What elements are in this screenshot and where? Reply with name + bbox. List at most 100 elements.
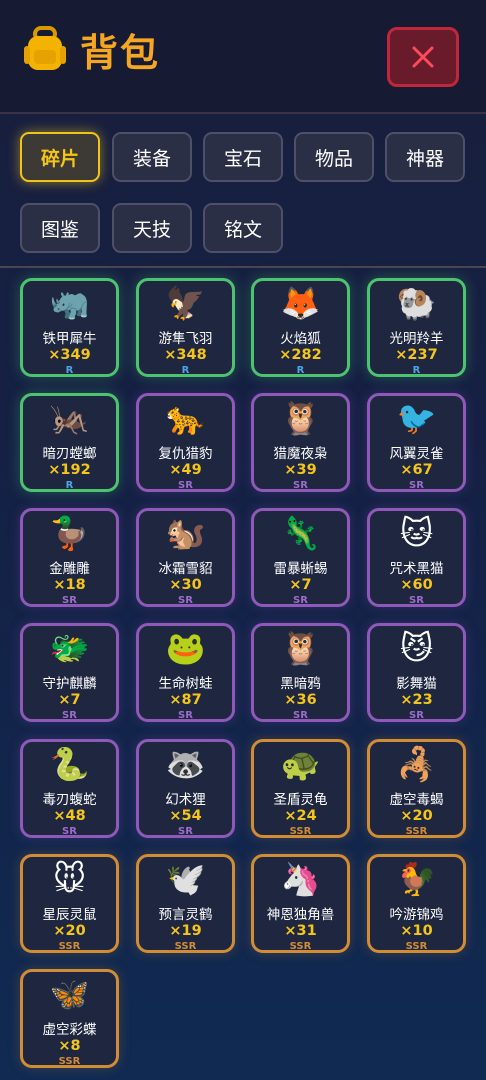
creature-icon: 🦉: [280, 399, 321, 437]
fragment-card[interactable]: 🐓 吟游锦鸡 ×10 SSR: [367, 854, 466, 953]
fragment-name: 复仇猎豹: [158, 446, 213, 462]
fragment-card[interactable]: 🐢 圣盾灵龟 ×24 SSR: [251, 739, 350, 838]
fragment-name: 咒术黑猫: [389, 561, 444, 577]
fragment-name: 星辰灵鼠: [42, 907, 97, 923]
fragment-name: 毒刃蝮蛇: [42, 792, 97, 808]
fragment-card[interactable]: 🦂 虚空毒蝎 ×20 SSR: [367, 739, 466, 838]
fragment-name: 吟游锦鸡: [389, 907, 444, 923]
fragment-name: 猎魔夜枭: [273, 446, 328, 462]
fragment-card[interactable]: 🦅 游隼飞羽 ×348 R: [136, 278, 235, 377]
creature-icon: 😼: [399, 629, 434, 667]
fragment-name: 黑暗鸦: [280, 676, 321, 692]
fragment-card[interactable]: 🦉 猎魔夜枭 ×39 SR: [251, 393, 350, 492]
fragment-card[interactable]: 🦗 暗刃螳螂 ×192 R: [20, 393, 119, 492]
fragment-name: 风翼灵雀: [389, 446, 444, 462]
fragment-count: ×7: [58, 692, 81, 708]
fragment-card[interactable]: 🦄 神恩独角兽 ×31 SSR: [251, 854, 350, 953]
close-button[interactable]: [387, 27, 459, 87]
rarity-label: SR: [409, 480, 424, 491]
fragment-name: 雷暴蜥蜴: [273, 561, 328, 577]
creature-icon: 🦂: [396, 745, 437, 783]
fragment-name: 游隼飞羽: [158, 331, 213, 347]
fragment-name: 冰霜雪貂: [158, 561, 213, 577]
fragment-card[interactable]: 🦝 幻术狸 ×54 SR: [136, 739, 235, 838]
creature-icon: 🦄: [280, 860, 321, 898]
tab-0[interactable]: 碎片: [20, 132, 100, 182]
tab-1[interactable]: 装备: [112, 132, 192, 182]
fragment-count: ×39: [284, 462, 317, 478]
creature-icon: 🐏: [396, 284, 437, 322]
rarity-label: SSR: [58, 1056, 81, 1067]
fragment-card[interactable]: 🐭 星辰灵鼠 ×20 SSR: [20, 854, 119, 953]
header-bar: 背包: [0, 0, 486, 114]
creature-icon: 🦗: [49, 399, 90, 437]
creature-icon: 🐲: [49, 629, 90, 667]
fragment-count: ×67: [400, 462, 433, 478]
fragment-count: ×54: [169, 808, 202, 824]
fragment-card[interactable]: 🐿️ 冰霜雪貂 ×30 SR: [136, 508, 235, 607]
fragment-count: ×349: [48, 347, 91, 363]
fragment-name: 光明羚羊: [389, 331, 444, 347]
rarity-label: SR: [178, 826, 193, 837]
creature-icon: 🦉: [280, 629, 321, 667]
tab-4[interactable]: 神器: [385, 132, 465, 182]
fragment-count: ×48: [53, 808, 86, 824]
creature-icon: 🐭: [52, 860, 87, 898]
fragment-card[interactable]: 🦆 金雕雕 ×18 SR: [20, 508, 119, 607]
rarity-label: SR: [409, 595, 424, 606]
rarity-label: R: [412, 365, 421, 376]
rarity-label: R: [65, 365, 74, 376]
fragment-count: ×49: [169, 462, 202, 478]
fragment-card[interactable]: 🦊 火焰狐 ×282 R: [251, 278, 350, 377]
creature-icon: 🦋: [49, 975, 90, 1013]
creature-icon: 🦅: [165, 284, 206, 322]
rarity-label: R: [296, 365, 305, 376]
fragment-name: 预言灵鹤: [158, 907, 213, 923]
fragment-name: 暗刃螳螂: [42, 446, 97, 462]
creature-icon: 🦊: [280, 284, 321, 322]
tab-2[interactable]: 宝石: [203, 132, 283, 182]
tab-3[interactable]: 物品: [294, 132, 374, 182]
rarity-label: SR: [62, 710, 77, 721]
fragment-card[interactable]: 🦏 铁甲犀牛 ×349 R: [20, 278, 119, 377]
fragment-card[interactable]: 🕊️ 预言灵鹤 ×19 SSR: [136, 854, 235, 953]
creature-icon: 🐍: [49, 745, 90, 783]
rarity-label: SR: [62, 826, 77, 837]
fragment-card[interactable]: 🐏 光明羚羊 ×237 R: [367, 278, 466, 377]
fragment-count: ×30: [169, 577, 202, 593]
fragment-card[interactable]: 🐱 咒术黑猫 ×60 SR: [367, 508, 466, 607]
creature-icon: 🐓: [396, 860, 437, 898]
rarity-label: SR: [178, 595, 193, 606]
fragment-name: 铁甲犀牛: [42, 331, 97, 347]
fragment-count: ×18: [53, 577, 86, 593]
rarity-label: SR: [293, 480, 308, 491]
fragment-card[interactable]: 🐲 守护麒麟 ×7 SR: [20, 623, 119, 722]
page-title: 背包: [80, 31, 161, 75]
tab-6[interactable]: 天技: [112, 203, 192, 253]
fragment-name: 影舞猫: [396, 676, 437, 692]
rarity-label: SR: [178, 480, 193, 491]
fragment-card[interactable]: 🦉 黑暗鸦 ×36 SR: [251, 623, 350, 722]
fragment-card[interactable]: 🦋 虚空彩蝶 ×8 SSR: [20, 969, 119, 1068]
fragment-card[interactable]: 🦎 雷暴蜥蜴 ×7 SR: [251, 508, 350, 607]
fragment-count: ×60: [400, 577, 433, 593]
rarity-label: SR: [178, 710, 193, 721]
fragment-count: ×20: [400, 808, 433, 824]
rarity-label: SR: [409, 710, 424, 721]
fragment-card[interactable]: 🐆 复仇猎豹 ×49 SR: [136, 393, 235, 492]
rarity-label: R: [181, 365, 190, 376]
rarity-label: SR: [293, 595, 308, 606]
category-tabs: 碎片 装备 宝石 物品 神器图鉴 天技 铭文: [0, 116, 486, 268]
fragment-card[interactable]: 😼 影舞猫 ×23 SR: [367, 623, 466, 722]
fragment-count: ×192: [48, 462, 91, 478]
tab-5[interactable]: 图鉴: [20, 203, 100, 253]
fragment-card[interactable]: 🐸 生命树蛙 ×87 SR: [136, 623, 235, 722]
tab-7[interactable]: 铭文: [203, 203, 283, 253]
fragment-name: 金雕雕: [49, 561, 90, 577]
fragment-card[interactable]: 🐦 风翼灵雀 ×67 SR: [367, 393, 466, 492]
creature-icon: 🕊️: [165, 860, 206, 898]
fragment-name: 守护麒麟: [42, 676, 97, 692]
fragment-count: ×237: [395, 347, 438, 363]
fragment-count: ×10: [400, 923, 433, 939]
fragment-card[interactable]: 🐍 毒刃蝮蛇 ×48 SR: [20, 739, 119, 838]
